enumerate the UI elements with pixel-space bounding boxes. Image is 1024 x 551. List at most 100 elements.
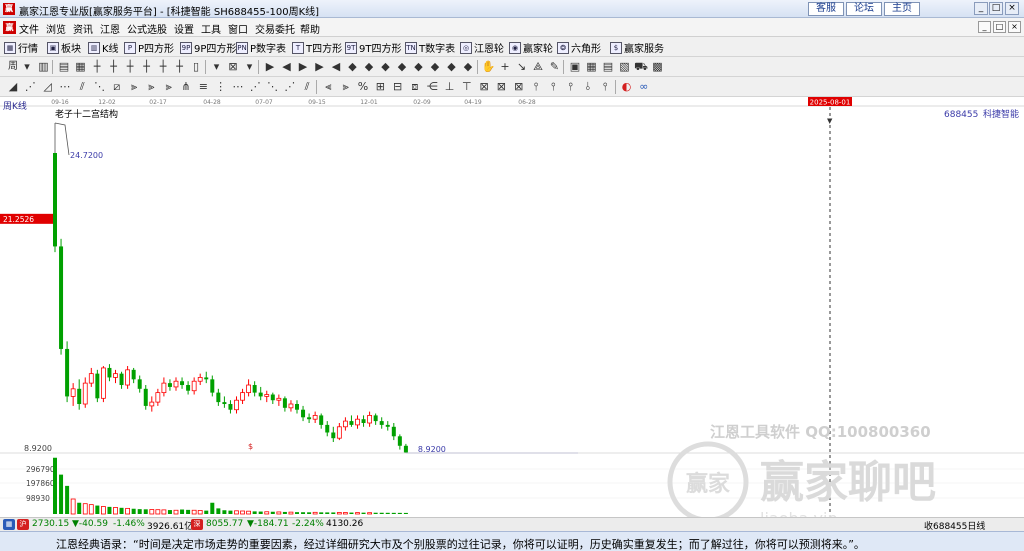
drawing-tool-icon[interactable]: ◆ (362, 60, 376, 74)
toolbar-pn-table-button[interactable]: PN P数字表 (236, 40, 286, 55)
analysis-tool-icon[interactable]: ⫸ (339, 80, 353, 94)
drawing-tool-icon[interactable]: ◆ (346, 60, 360, 74)
menu-window[interactable]: 窗口 (228, 21, 248, 36)
analysis-tool-icon[interactable]: ⋮ (214, 80, 228, 94)
toolbar-tn-table-button[interactable]: TN T数字表 (405, 40, 455, 55)
drawing-tool-icon[interactable]: ◆ (412, 60, 426, 74)
analysis-tool-icon[interactable]: ⫯ (529, 80, 543, 94)
drawing-tool-icon[interactable]: ▾ (210, 60, 224, 74)
period-selector[interactable]: 周 (6, 60, 20, 74)
drawing-tool-icon[interactable]: ◀ (280, 60, 294, 74)
toolbar-t-square-button[interactable]: T T四方形 (292, 40, 342, 55)
analysis-tool-icon[interactable]: ∞ (637, 80, 651, 94)
analysis-tool-icon[interactable]: ⋰ (248, 80, 262, 94)
analysis-tool-icon[interactable]: ⫸ (162, 80, 176, 94)
analysis-tool-icon[interactable]: ⊥ (443, 80, 457, 94)
drawing-tool-icon[interactable]: ┼ (156, 60, 170, 74)
analysis-tool-icon[interactable]: ⊤ (460, 80, 474, 94)
drawing-tool-icon[interactable]: ▧ (618, 60, 632, 74)
analysis-tool-icon[interactable]: ◿ (41, 80, 55, 94)
menu-gann[interactable]: 江恩 (100, 21, 120, 36)
toolbar-hexagon-button[interactable]: ❂ 六角形 (557, 40, 601, 55)
drawing-tool-icon[interactable]: ◆ (461, 60, 475, 74)
homepage-link[interactable]: 主页 (884, 2, 920, 16)
maximize-button[interactable]: □ (989, 2, 1003, 15)
toolbar-9t-square-button[interactable]: 9T 9T四方形 (345, 40, 401, 55)
analysis-tool-icon[interactable]: ⋰ (283, 80, 297, 94)
menu-news[interactable]: 资讯 (73, 21, 93, 36)
menu-settings[interactable]: 设置 (174, 21, 194, 36)
drawing-tool-icon[interactable]: ▶ (296, 60, 310, 74)
analysis-tool-icon[interactable]: ⋱ (93, 80, 107, 94)
drawing-tool-icon[interactable]: ✋ (482, 60, 496, 74)
analysis-tool-icon[interactable]: ⊠ (512, 80, 526, 94)
analysis-tool-icon[interactable]: ◢ (6, 80, 20, 94)
drawing-tool-icon[interactable]: ▥ (37, 60, 51, 74)
analysis-tool-icon[interactable]: ⫯ (598, 80, 612, 94)
analysis-tool-icon[interactable]: ⊠ (494, 80, 508, 94)
toolbar-kline-button[interactable]: ▥ K线 (88, 40, 119, 55)
drawing-tool-icon[interactable]: ◆ (379, 60, 393, 74)
drawing-tool-icon[interactable]: ▾ (20, 60, 34, 74)
menu-help[interactable]: 帮助 (300, 21, 320, 36)
analysis-tool-icon[interactable]: ⋰ (23, 80, 37, 94)
drawing-tool-icon[interactable]: ◀ (329, 60, 343, 74)
drawing-tool-icon[interactable]: ▾ (243, 60, 257, 74)
menu-tools[interactable]: 工具 (201, 21, 221, 36)
drawing-tool-icon[interactable]: ◆ (445, 60, 459, 74)
drawing-tool-icon[interactable]: ▤ (57, 60, 71, 74)
mdi-close-button[interactable]: × (1008, 21, 1021, 33)
analysis-tool-icon[interactable]: ⊞ (373, 80, 387, 94)
drawing-tool-icon[interactable]: ▩ (651, 60, 665, 74)
analysis-tool-icon[interactable]: ◐ (620, 80, 634, 94)
analysis-tool-icon[interactable]: ⫸ (144, 80, 158, 94)
analysis-tool-icon[interactable]: ⋱ (266, 80, 280, 94)
drawing-tool-icon[interactable]: ⊠ (226, 60, 240, 74)
analysis-tool-icon[interactable]: ⋲ (425, 80, 439, 94)
analysis-tool-icon[interactable]: % (356, 80, 370, 94)
toolbar-gann-wheel-button[interactable]: ◎ 江恩轮 (460, 40, 504, 55)
analysis-tool-icon[interactable]: ⫸ (127, 80, 141, 94)
drawing-tool-icon[interactable]: ⟁ (531, 60, 545, 74)
forum-link[interactable]: 论坛 (846, 2, 882, 16)
menu-formula-screen[interactable]: 公式选股 (127, 21, 167, 36)
analysis-tool-icon[interactable]: ⫰ (581, 80, 595, 94)
toolbar-blocks-button[interactable]: ▣ 板块 (47, 40, 81, 55)
drawing-tool-icon[interactable]: ◆ (395, 60, 409, 74)
minimize-button[interactable]: _ (974, 2, 988, 15)
kline-chart[interactable]: 09-16 12-02 02-17 04-28 07-07 09-15 12-01 02-09… (0, 97, 1024, 517)
analysis-tool-icon[interactable]: ⫯ (546, 80, 560, 94)
menu-file[interactable]: 文件 (19, 21, 39, 36)
customer-service-link[interactable]: 客服 (808, 2, 844, 16)
drawing-tool-icon[interactable]: ▶ (313, 60, 327, 74)
drawing-tool-icon[interactable]: ┼ (90, 60, 104, 74)
menu-trade[interactable]: 交易委托 (255, 21, 295, 36)
analysis-tool-icon[interactable]: ⋔ (179, 80, 193, 94)
analysis-tool-icon[interactable]: ⫯ (564, 80, 578, 94)
analysis-tool-icon[interactable]: ⊠ (477, 80, 491, 94)
drawing-tool-icon[interactable]: ↘ (515, 60, 529, 74)
analysis-tool-icon[interactable]: ⧄ (110, 80, 124, 94)
drawing-tool-icon[interactable]: ┼ (173, 60, 187, 74)
mdi-restore-button[interactable]: □ (993, 21, 1006, 33)
toolbar-9p-square-button[interactable]: 9P 9P四方形 (180, 40, 236, 55)
menu-browse[interactable]: 浏览 (46, 21, 66, 36)
analysis-tool-icon[interactable]: ⋯ (231, 80, 245, 94)
analysis-tool-icon[interactable]: ⫽ (75, 80, 89, 94)
drawing-tool-icon[interactable]: ▦ (585, 60, 599, 74)
drawing-tool-icon[interactable]: ┼ (140, 60, 154, 74)
drawing-tool-icon[interactable]: ⛟ (634, 60, 648, 74)
drawing-tool-icon[interactable]: ▶ (263, 60, 277, 74)
drawing-tool-icon[interactable]: ◆ (428, 60, 442, 74)
drawing-tool-icon[interactable]: ✎ (548, 60, 562, 74)
drawing-tool-icon[interactable]: ▦ (74, 60, 88, 74)
close-button[interactable]: × (1005, 2, 1019, 15)
analysis-tool-icon[interactable]: ⫷ (321, 80, 335, 94)
analysis-tool-icon[interactable]: ≡ (196, 80, 210, 94)
analysis-tool-icon[interactable]: ⫽ (300, 80, 314, 94)
drawing-tool-icon[interactable]: ▣ (568, 60, 582, 74)
drawing-tool-icon[interactable]: ▤ (601, 60, 615, 74)
drawing-tool-icon[interactable]: + (498, 60, 512, 74)
toolbar-dollar-button[interactable]: $ 赢家服务 (610, 40, 664, 55)
mdi-minimize-button[interactable]: _ (978, 21, 991, 33)
